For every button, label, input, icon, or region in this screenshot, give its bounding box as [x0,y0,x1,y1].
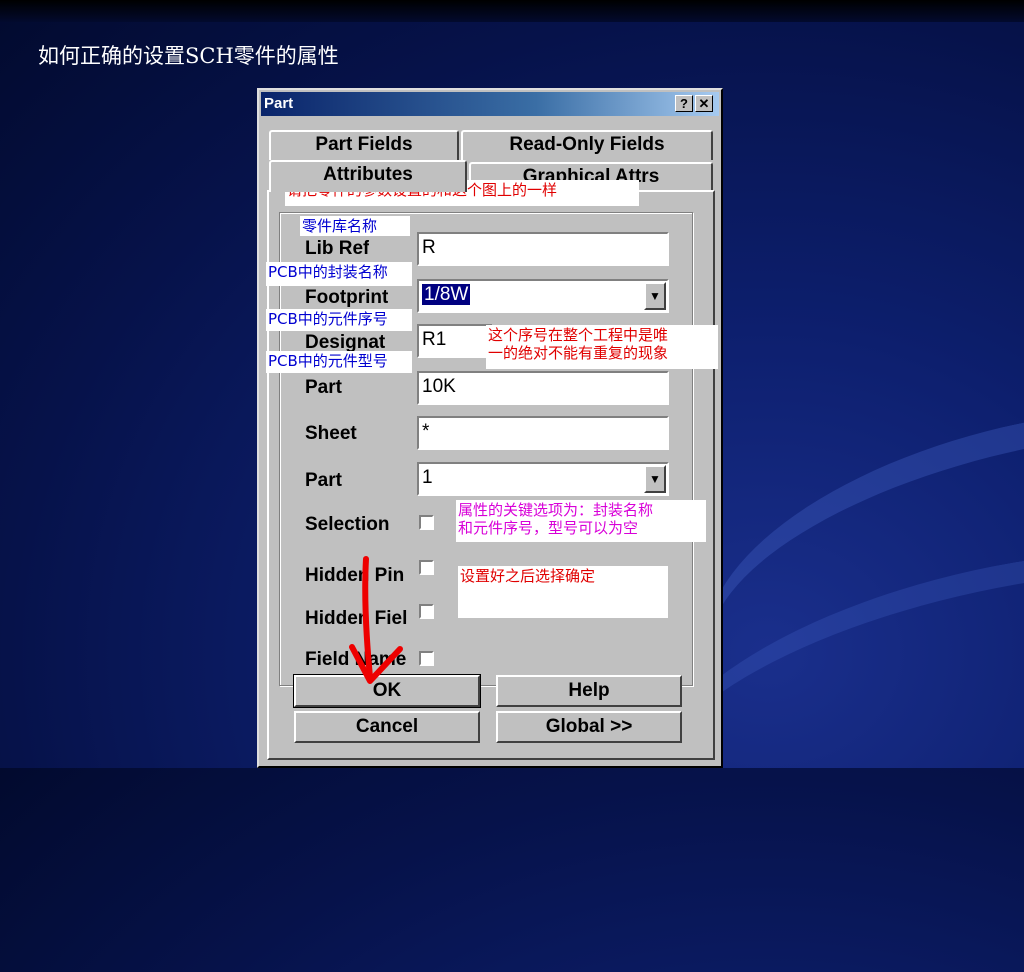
annotation-confirm: 设置好之后选择确定 [458,566,668,618]
sheet-field[interactable]: * [417,416,669,450]
dialog-title: Part [264,95,294,112]
close-icon[interactable]: ✕ [695,95,713,112]
tab-read-only-fields[interactable]: Read-Only Fields [461,130,713,160]
field-names-checkbox[interactable] [419,651,434,666]
help-icon[interactable]: ? [675,95,693,112]
annotation-key-line2: 和元件序号，型号可以为空 [458,519,639,537]
selection-label: Selection [305,514,390,535]
lib-ref-field[interactable]: R [417,232,669,266]
lib-ref-label: Lib Ref [305,238,370,259]
annotation-lib-name: 零件库名称 [300,216,410,236]
red-arrow-pointer [349,556,403,684]
slide-title: 如何正确的设置SCH零件的属性 [38,44,339,68]
footprint-value: 1/8W [422,284,471,305]
part-number-value: 1 [422,467,433,488]
footprint-select[interactable]: 1/8W ▼ [417,279,669,313]
annotation-pcb-part-type: PCB中的元件型号 [266,351,412,373]
annotation-pcb-footprint: PCB中的封装名称 [266,262,412,286]
part-type-field[interactable]: 10K [417,371,669,405]
tab-attributes[interactable]: Attributes [269,160,467,192]
hidden-fields-checkbox[interactable] [419,604,434,619]
selection-checkbox[interactable] [419,515,434,530]
part-type-label: Part [305,377,342,398]
sheet-label: Sheet [305,423,357,444]
annotation-unique-designator: 这个序号在整个工程中是唯 一的绝对不能有重复的现象 [486,325,718,369]
hidden-pins-checkbox[interactable] [419,560,434,575]
footprint-label: Footprint [305,287,389,308]
designator-field[interactable]: R1 [417,324,493,358]
annotation-unique-line2: 一的绝对不能有重复的现象 [488,344,669,362]
annotation-key-line1: 属性的关键选项为：封装名称 [458,501,654,519]
part-number-label: Part [305,470,342,491]
chevron-down-icon[interactable]: ▼ [644,282,666,310]
part-number-select[interactable]: 1 ▼ [417,462,669,496]
chevron-down-icon[interactable]: ▼ [644,465,666,493]
tab-part-fields[interactable]: Part Fields [269,130,459,160]
annotation-pcb-designator: PCB中的元件序号 [266,309,412,331]
help-button[interactable]: Help [496,675,682,707]
annotation-key-options: 属性的关键选项为：封装名称 和元件序号，型号可以为空 [456,500,706,542]
dialog-titlebar[interactable]: Part ? ✕ [261,92,719,116]
annotation-unique-line1: 这个序号在整个工程中是唯 [488,326,669,344]
global-button[interactable]: Global >> [496,711,682,743]
cancel-button[interactable]: Cancel [294,711,480,743]
slide-top-bar [0,0,1024,22]
